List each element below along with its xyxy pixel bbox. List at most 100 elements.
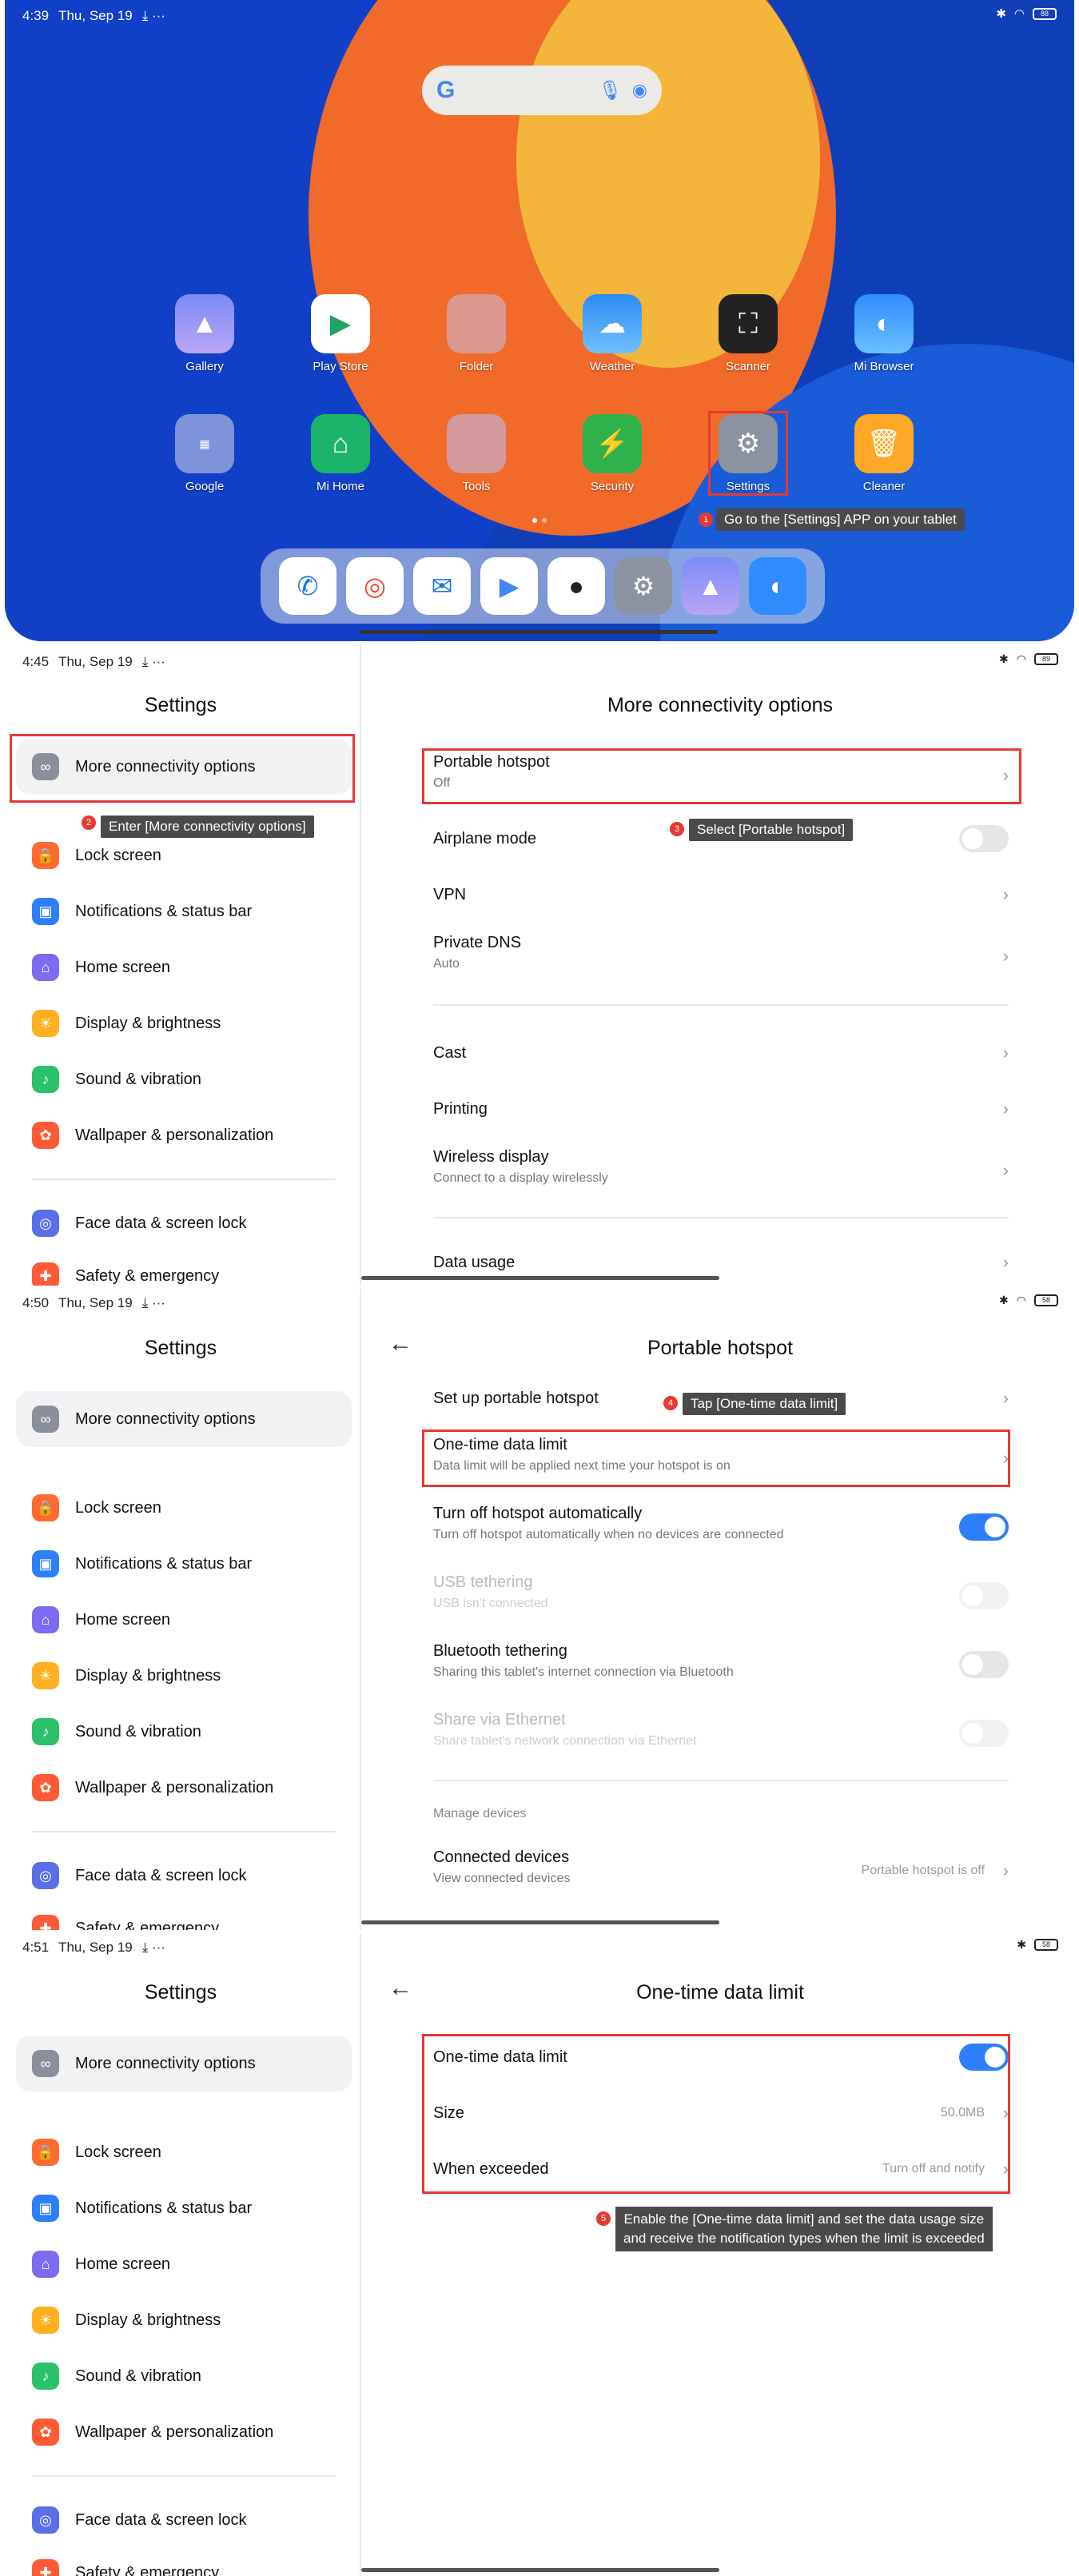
wifi-icon: ◠ [1016,652,1026,665]
connected-devices-row[interactable]: Connected devices View connected devices P… [433,1848,1009,1893]
app-cleaner[interactable]: 🗑 Cleaner [836,414,932,493]
settings-dock-icon[interactable]: ⚙ [615,557,672,615]
sidebar-item-sound[interactable]: ♪ Sound & vibration [32,1717,201,1746]
turn-off-hotspot-row[interactable]: Turn off hotspot automatically Turn off h… [433,1505,1009,1549]
play-games-icon[interactable]: ▶ [480,557,538,615]
sidebar-item-face-data[interactable]: ◎ Face data & screen lock [32,1209,247,1238]
mic-icon[interactable]: 🎙 [598,79,622,102]
step-badge: 4 [663,1396,678,1410]
sidebar-item-home-screen[interactable]: ⌂ Home screen [32,1605,170,1634]
step-tooltip: Tap [One-time data limit] [683,1393,846,1415]
page-indicator-dot[interactable] [532,518,537,523]
sun-icon: ☀ [32,1662,59,1689]
airplane-toggle[interactable] [959,825,1009,852]
wireless-display-row[interactable]: Wireless display Connect to a display wir… [433,1148,1009,1193]
highlight-box [10,734,355,803]
data-usage-row[interactable]: Data usage › [433,1246,1009,1279]
safety-icon: ✚ [32,2559,59,2576]
link-icon: ∞ [32,2050,59,2077]
app-security[interactable]: ⚡ Security [564,414,660,493]
sidebar-item-notifications[interactable]: ▣ Notifications & status bar [32,2194,252,2223]
printing-row[interactable]: Printing › [433,1092,1009,1126]
sidebar-item-display[interactable]: ☀ Display & brightness [32,2306,221,2335]
app-mi-home[interactable]: ⌂ Mi Home [293,414,388,493]
sidebar-item-notifications[interactable]: ▣ Notifications & status bar [32,1549,252,1578]
sidebar-item-home-screen[interactable]: ⌂ Home screen [32,953,170,982]
sidebar-item-sound[interactable]: ♪ Sound & vibration [32,2362,201,2391]
sidebar-item-wallpaper[interactable]: ✿ Wallpaper & personalization [32,1121,273,1150]
notification-icon: ▣ [32,898,59,925]
app-scanner[interactable]: ⛶ Scanner [700,294,796,373]
ethernet-toggle[interactable] [959,1720,1009,1747]
gesture-bar[interactable] [361,2568,719,2572]
sidebar-item-lock-screen[interactable]: 🔒 Lock screen [32,2138,161,2167]
camera-icon[interactable]: ● [547,557,605,615]
sidebar-item-wallpaper[interactable]: ✿ Wallpaper & personalization [32,1773,273,1802]
home-screen: 4:39 Thu, Sep 19 ⤓ ··· ✱ ◠ 88 G 🎙 ◉ ▲ Gal… [5,0,1074,641]
step-badge: 2 [82,815,96,830]
status-bar: 4:39 Thu, Sep 19 ⤓ ··· [22,8,165,24]
phone-icon[interactable]: ✆ [279,557,336,615]
google-search-bar[interactable]: G 🎙 ◉ [422,66,662,115]
sidebar-item-display[interactable]: ☀ Display & brightness [32,1009,221,1038]
app-gallery[interactable]: ▲ Gallery [157,294,253,373]
app-weather[interactable]: ☁ Weather [564,294,660,373]
safety-icon: ✚ [32,1915,59,1930]
page-title: Settings [144,694,217,716]
lock-icon: 🔒 [32,1494,59,1521]
messages-icon[interactable]: ✉ [413,557,471,615]
sidebar-item-more-connectivity[interactable]: ∞ More connectivity options [32,2049,256,2078]
dock: ✆ ◎ ✉ ▶ ● ⚙ ▲ ◐ [261,548,825,624]
sidebar-item-lock-screen[interactable]: 🔒 Lock screen [32,841,161,870]
gesture-bar[interactable] [361,1276,719,1280]
gesture-bar[interactable] [361,1920,719,1924]
usb-tethering-row[interactable]: USB tethering USB isn't connected [433,1573,1009,1618]
sidebar-item-home-screen[interactable]: ⌂ Home screen [32,2250,170,2279]
share-ethernet-row[interactable]: Share via Ethernet Share tablet's network… [433,1711,1009,1756]
vpn-row[interactable]: VPN › [433,878,1009,911]
lock-icon: 🔒 [32,842,59,869]
safety-icon: ✚ [32,1262,59,1286]
app-play-store[interactable]: ▶ Play Store [293,294,388,373]
bluetooth-tethering-toggle[interactable] [959,1651,1009,1678]
gallery-dock-icon[interactable]: ▲ [682,557,739,615]
cast-row[interactable]: Cast › [433,1036,1009,1070]
sidebar-item-sound[interactable]: ♪ Sound & vibration [32,1065,201,1094]
step-badge: 3 [670,822,684,836]
page-indicator-dot[interactable] [542,518,547,523]
step-tooltip: Select [Portable hotspot] [689,819,854,841]
browser-dock-icon[interactable]: ◐ [749,557,806,615]
lens-icon[interactable]: ◉ [632,80,647,101]
step-tooltip: Go to the [Settings] APP on your tablet [716,508,965,531]
page-title: One-time data limit [636,1981,804,2004]
sun-icon: ☀ [32,2307,59,2334]
usb-toggle[interactable] [959,1582,1009,1609]
app-mi-browser[interactable]: ◐ Mi Browser [836,294,932,373]
chrome-icon[interactable]: ◎ [346,557,404,615]
clock: 4:39 [22,8,50,23]
divider [433,1217,1009,1218]
status-icons: ✱ ◠ 58 [999,1294,1058,1307]
link-icon: ∞ [32,1406,59,1433]
sidebar-item-face-data[interactable]: ◎ Face data & screen lock [32,2506,247,2534]
bluetooth-tethering-row[interactable]: Bluetooth tethering Sharing this tablet's… [433,1642,1009,1687]
sidebar-item-wallpaper[interactable]: ✿ Wallpaper & personalization [32,2418,273,2446]
sidebar-item-more-connectivity[interactable]: ∞ More connectivity options [32,1405,256,1434]
auto-off-toggle[interactable] [959,1513,1009,1541]
sidebar-item-face-data[interactable]: ◎ Face data & screen lock [32,1861,247,1890]
sidebar-item-safety[interactable]: ✚ Safety & emergency [32,1262,219,1286]
app-folder[interactable]: Folder [428,294,524,373]
step-tooltip: Enable the [One-time data limit] and set… [615,2207,993,2251]
app-google[interactable]: ▦ Google [157,414,253,493]
sidebar-item-safety[interactable]: ✚ Safety & emergency [32,2558,219,2576]
sidebar-item-safety[interactable]: ✚ Safety & emergency [32,1914,219,1930]
battery-icon: 88 [1033,7,1057,20]
private-dns-row[interactable]: Private DNS Auto › [433,934,1009,979]
sidebar-item-display[interactable]: ☀ Display & brightness [32,1661,221,1690]
gesture-bar[interactable] [360,630,718,634]
sidebar-item-notifications[interactable]: ▣ Notifications & status bar [32,897,252,926]
sidebar-item-lock-screen[interactable]: 🔒 Lock screen [32,1493,161,1522]
divider [32,1178,336,1180]
app-tools[interactable]: Tools [428,414,524,493]
speaker-icon: ♪ [32,1066,59,1093]
